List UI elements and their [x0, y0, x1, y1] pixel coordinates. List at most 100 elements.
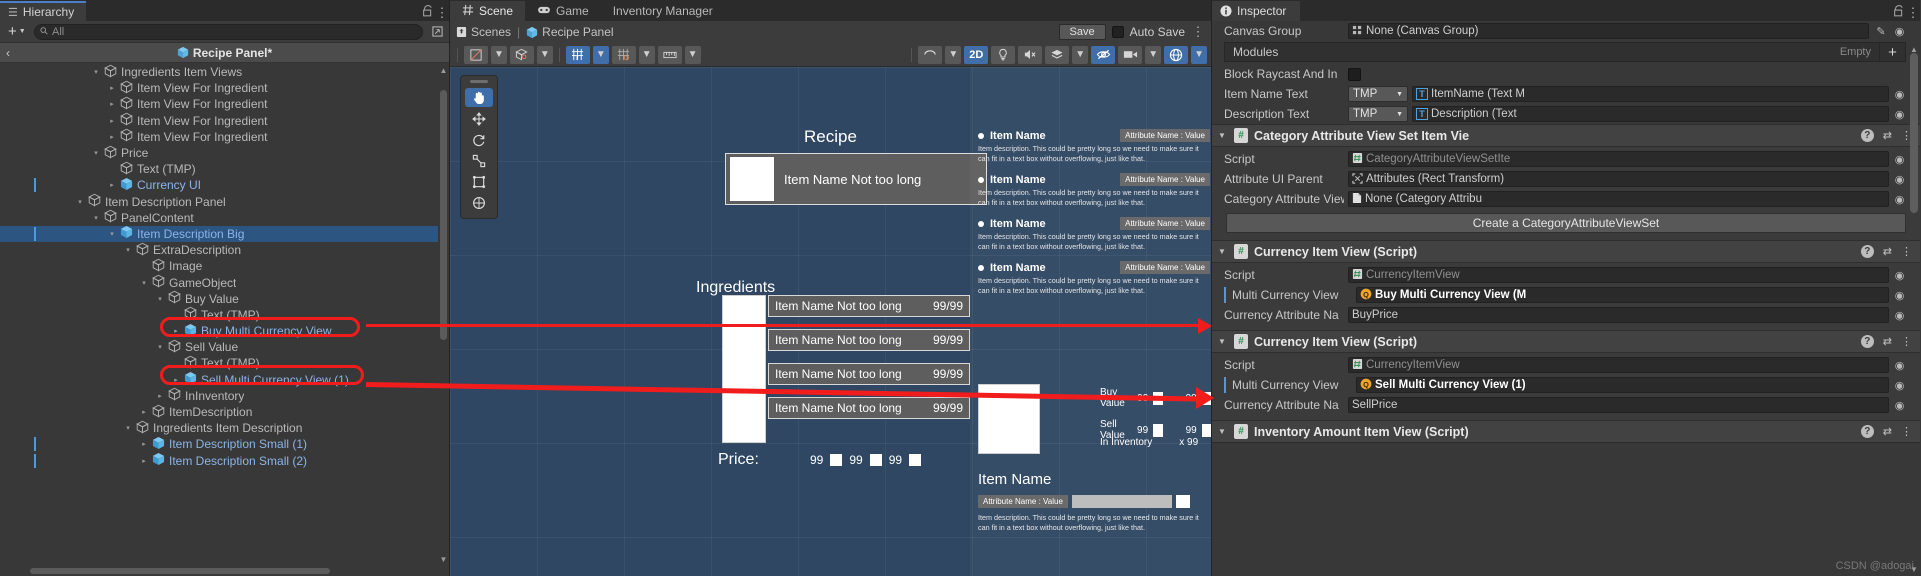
preset-icon[interactable]: ⇄	[1883, 425, 1892, 438]
gizmos-dropdown[interactable]: ▼	[1191, 45, 1207, 64]
hierarchy-item-buy-multi-currency-view[interactable]: ▸ Buy Multi Currency View	[0, 323, 449, 339]
object-picker-icon[interactable]: ◉	[1893, 399, 1906, 412]
search-filter-icon[interactable]	[429, 24, 445, 40]
expand-arrow-icon[interactable]: ▾	[88, 68, 104, 76]
grid-toggle-button[interactable]: y	[565, 45, 590, 64]
hierarchy-item-item-description-small-2[interactable]: ▸ Item Description Small (2)	[0, 453, 449, 469]
component-field-row[interactable]: Script CurrencyItemView ◉	[1212, 355, 1920, 375]
breadcrumb-prefab[interactable]: Recipe Panel	[526, 25, 614, 39]
inspector-scrollbar[interactable]: ▲ ▼	[1908, 21, 1920, 576]
block-raycast-checkbox[interactable]	[1348, 67, 1361, 81]
ingredient-row[interactable]: Item Name Not too long 99/99	[768, 329, 970, 351]
component-field-row[interactable]: Multi Currency View Q Buy Multi Currency V…	[1212, 285, 1920, 305]
object-field[interactable]: T Description (Text	[1412, 106, 1889, 122]
scroll-down-arrow[interactable]: ▼	[438, 555, 449, 564]
ingredient-row[interactable]: Item Name Not too long 99/99	[768, 295, 970, 317]
hierarchy-tree[interactable]: ▾ Ingredients Item Views ▸ Item View For In…	[0, 64, 449, 566]
prefab-back-button[interactable]: ‹	[6, 46, 10, 60]
inspector-content[interactable]: Canvas Group None (Canvas Group) ✎ ◉ Modules…	[1212, 21, 1920, 576]
expand-arrow-icon[interactable]: ▾	[136, 279, 152, 287]
description-item[interactable]: Item Name Attribute Name : Value Item desc…	[978, 173, 1210, 207]
expand-arrow-icon[interactable]: ▸	[104, 84, 120, 92]
hand-tool-icon[interactable]	[465, 88, 493, 107]
object-field[interactable]: CurrencyItemView	[1348, 357, 1889, 373]
tab-inspector[interactable]: Inspector	[1212, 1, 1301, 21]
camera-dropdown[interactable]: ▼	[1145, 45, 1162, 64]
field-block-raycast[interactable]: Block Raycast And In	[1212, 64, 1920, 84]
object-picker-icon[interactable]: ◉	[1893, 193, 1906, 206]
hierarchy-item-sell-multi-currency-view-1[interactable]: ▸ Sell Multi Currency View (1)	[0, 372, 449, 388]
tab-hierarchy[interactable]: ☰ Hierarchy	[0, 1, 87, 21]
hierarchy-item-item-description-panel[interactable]: ▾ Item Description Panel	[0, 193, 449, 210]
tab-inventory-manager[interactable]: Inventory Manager	[601, 1, 725, 21]
tmp-type-dropdown[interactable]: TMP ▼	[1348, 106, 1408, 122]
expand-arrow-icon[interactable]: ▾	[88, 149, 104, 157]
auto-save-checkbox[interactable]	[1111, 26, 1124, 38]
tab-game[interactable]: Game	[525, 1, 601, 21]
field-item-name-text[interactable]: Item Name Text TMP ▼ T ItemName (Text M ◉	[1212, 84, 1920, 104]
help-icon[interactable]: ?	[1860, 245, 1874, 258]
expand-arrow-icon[interactable]: ▸	[104, 117, 120, 125]
hierarchy-item-text-tmp[interactable]: ▸Text (TMP)	[0, 161, 449, 177]
hierarchy-item-price[interactable]: ▾ Price	[0, 145, 449, 161]
field-description-text[interactable]: Description Text TMP ▼ T Description (Text ◉	[1212, 104, 1920, 124]
field-canvas-group[interactable]: Canvas Group None (Canvas Group) ✎ ◉	[1212, 21, 1920, 41]
object-field[interactable]: Q Sell Multi Currency View (1)	[1356, 377, 1889, 393]
expand-arrow-icon[interactable]: ▸	[104, 181, 120, 189]
object-picker-icon[interactable]: ◉	[1893, 289, 1906, 302]
hierarchy-item-extradescription[interactable]: ▾ ExtraDescription	[0, 242, 449, 258]
expand-arrow-icon[interactable]: ▸	[152, 392, 168, 400]
object-picker-icon[interactable]: ◉	[1893, 359, 1906, 372]
shading-mode-button[interactable]	[464, 45, 488, 64]
object-field[interactable]: BuyPrice	[1348, 307, 1889, 323]
component-header[interactable]: ▼ # Currency Item View (Script)? ⇄ ⋮	[1212, 240, 1920, 263]
effects-toggle-button[interactable]	[1045, 45, 1070, 64]
ingredient-row[interactable]: Item Name Not too long 99/99	[768, 397, 970, 419]
preset-icon[interactable]: ⇄	[1883, 129, 1892, 142]
object-picker-icon[interactable]: ◉	[1893, 173, 1906, 186]
scene-visibility-button[interactable]	[918, 45, 943, 64]
component-field-row[interactable]: Multi Currency View Q Sell Multi Currency …	[1212, 375, 1920, 395]
help-icon[interactable]: ?	[1860, 335, 1874, 348]
rect-tool-icon[interactable]	[465, 172, 493, 191]
create-viewset-button[interactable]: Create a CategoryAttributeViewSet	[1226, 213, 1906, 233]
hierarchy-item-item-view-for-ingredient[interactable]: ▸ Item View For Ingredient	[0, 96, 449, 112]
hierarchy-item-panelcontent[interactable]: ▾ PanelContent	[0, 209, 449, 226]
expand-arrow-icon[interactable]: ▸	[168, 327, 184, 335]
tmp-type-dropdown[interactable]: TMP ▼	[1348, 86, 1408, 102]
breadcrumb-scenes[interactable]: Scenes	[456, 25, 511, 39]
hierarchy-horizontal-scrollbar[interactable]	[0, 566, 449, 576]
grid-dropdown[interactable]: ▼	[592, 45, 609, 64]
effects-dropdown[interactable]: ▼	[1072, 45, 1089, 64]
expand-arrow-icon[interactable]: ▸	[104, 100, 120, 108]
audio-toggle-button[interactable]	[1018, 45, 1043, 64]
hscroll-thumb[interactable]	[30, 568, 330, 574]
save-button[interactable]: Save	[1058, 24, 1106, 40]
description-item[interactable]: Item Name Attribute Name : Value Item desc…	[978, 129, 1210, 163]
hierarchy-menu-icon[interactable]: ⋮	[435, 6, 449, 19]
expand-arrow-icon[interactable]: ▾	[120, 424, 136, 432]
component-header[interactable]: ▼ # Currency Item View (Script)? ⇄ ⋮	[1212, 330, 1920, 353]
description-item[interactable]: Item Name Attribute Name : Value Item desc…	[978, 261, 1210, 295]
draw-mode-button[interactable]	[509, 45, 534, 64]
preset-icon[interactable]: ⇄	[1883, 245, 1892, 258]
object-picker-icon[interactable]: ◉	[1893, 379, 1906, 392]
snap-dropdown[interactable]: ▼	[638, 45, 655, 64]
hierarchy-item-item-view-for-ingredient[interactable]: ▸ Item View For Ingredient	[0, 112, 449, 129]
scene-viewport[interactable]: Recipe Item Name Not too long Ingredient…	[450, 67, 1211, 576]
expand-arrow-icon[interactable]: ▾	[152, 295, 168, 303]
collapse-arrow-icon[interactable]: ▼	[1218, 247, 1228, 256]
object-picker-icon[interactable]: ◉	[1893, 88, 1906, 101]
hierarchy-item-item-description-small-1[interactable]: ▸ Item Description Small (1)	[0, 436, 449, 452]
hierarchy-item-text-tmp[interactable]: ▸Text (TMP)	[0, 355, 449, 371]
modules-row[interactable]: Modules Empty +	[1224, 42, 1906, 62]
expand-arrow-icon[interactable]: ▾	[88, 214, 104, 222]
expand-arrow-icon[interactable]: ▾	[152, 343, 168, 351]
object-field[interactable]: Attributes (Rect Transform)	[1348, 171, 1889, 187]
object-field[interactable]: None (Category Attribu	[1348, 191, 1889, 207]
snap-toggle-button[interactable]	[611, 45, 636, 64]
lock-icon[interactable]	[1892, 4, 1906, 18]
ruler-toggle-button[interactable]	[657, 45, 682, 64]
help-icon[interactable]: ?	[1860, 129, 1874, 142]
object-field[interactable]: SellPrice	[1348, 397, 1889, 413]
